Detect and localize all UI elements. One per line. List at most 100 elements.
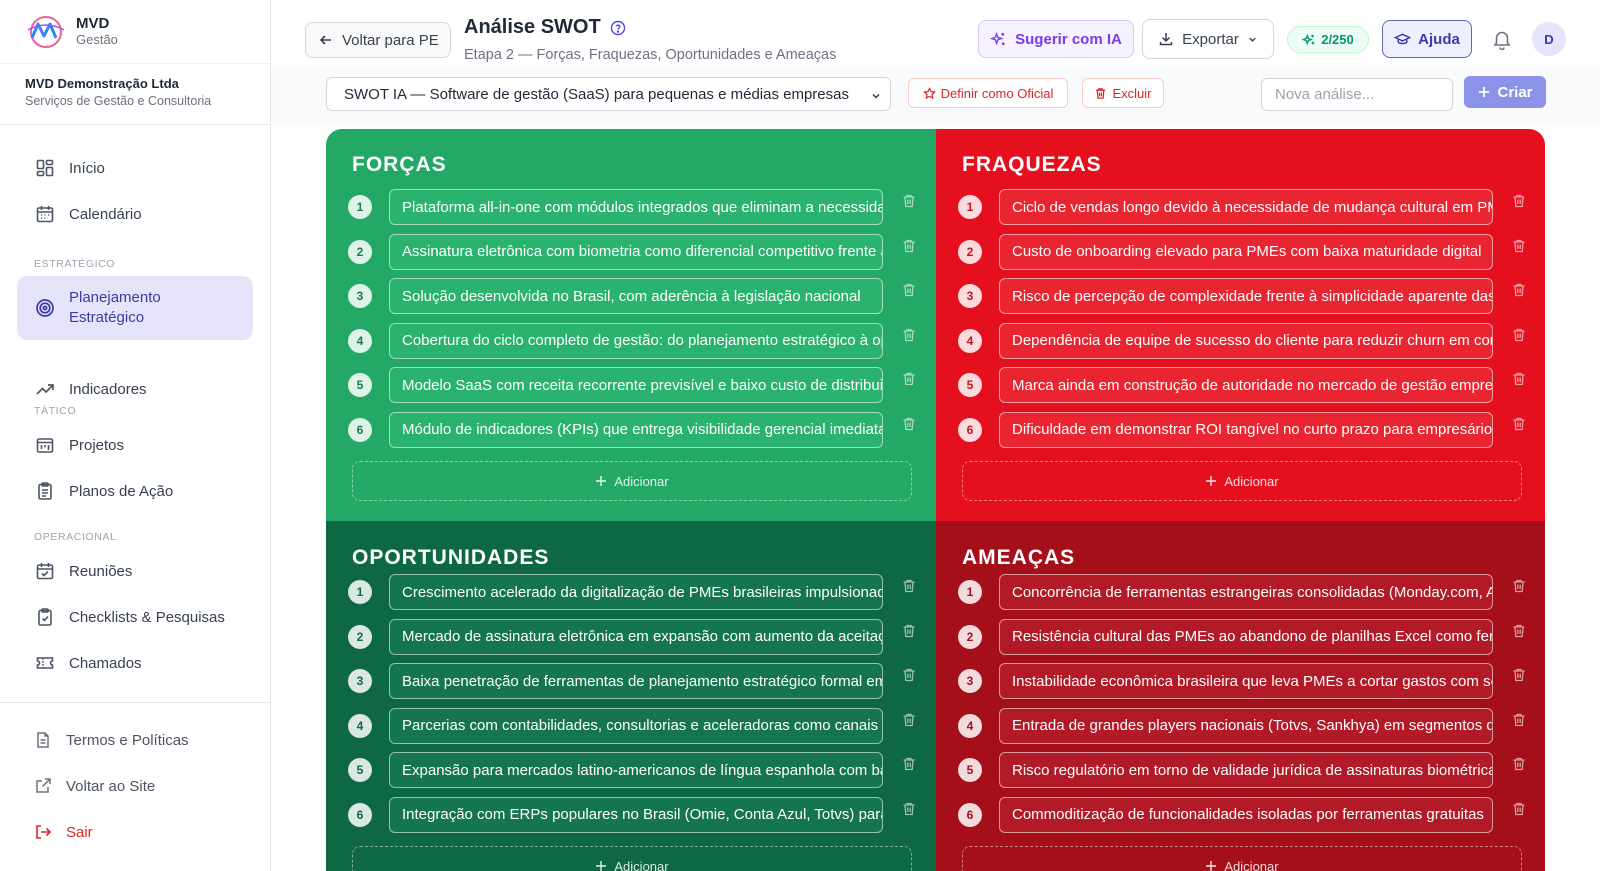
swot-item-row: 2 Assinatura eletrônica com biometria com… xyxy=(348,233,923,270)
trash-icon[interactable] xyxy=(1511,667,1527,683)
nav-item-inicio[interactable]: Início xyxy=(17,145,253,191)
nav-item-termos[interactable]: Termos e Políticas xyxy=(34,731,189,749)
trash-icon[interactable] xyxy=(1511,712,1527,728)
swot-item-input[interactable]: Solução desenvolvida no Brasil, com ader… xyxy=(389,278,883,314)
brand-logo[interactable]: MVD Gestão xyxy=(0,0,270,64)
nav-item-planos[interactable]: Planos de Ação xyxy=(17,468,253,514)
item-number-badge: 1 xyxy=(958,580,982,604)
ticket-icon xyxy=(36,657,54,669)
nav-item-calendario[interactable]: Calendário xyxy=(17,191,253,237)
trash-icon[interactable] xyxy=(901,371,917,387)
swot-item-input[interactable]: Parcerias com contabilidades, consultori… xyxy=(389,707,883,744)
export-button[interactable]: Exportar xyxy=(1142,19,1274,59)
nav-label-sair: Sair xyxy=(66,823,93,841)
trash-icon[interactable] xyxy=(1511,801,1527,817)
add-item-button[interactable]: Adicionar xyxy=(962,461,1522,501)
user-avatar[interactable]: D xyxy=(1532,22,1566,56)
swot-item-input[interactable]: Modelo SaaS com receita recorrente previ… xyxy=(389,367,883,403)
help-button[interactable]: Ajuda xyxy=(1382,20,1472,58)
swot-item-input[interactable]: Commoditização de funcionalidades isolad… xyxy=(999,796,1493,833)
nav-item-projetos[interactable]: Projetos xyxy=(17,422,253,468)
analysis-select-value: SWOT IA — Software de gestão (SaaS) para… xyxy=(344,85,849,103)
trash-icon xyxy=(1096,87,1106,99)
nav-item-chamados[interactable]: Chamados xyxy=(17,640,253,686)
trending-up-icon xyxy=(36,384,54,395)
trash-icon[interactable] xyxy=(901,416,917,432)
create-button[interactable]: Criar xyxy=(1464,76,1546,108)
company-info: MVD Demonstração Ltda Serviços de Gestão… xyxy=(0,64,270,125)
item-number-badge: 4 xyxy=(958,713,982,738)
add-item-button[interactable]: Adicionar xyxy=(352,461,912,501)
chevron-down-icon xyxy=(872,93,880,99)
nav-item-voltar-site[interactable]: Voltar ao Site xyxy=(34,777,155,795)
trash-icon[interactable] xyxy=(1511,282,1527,298)
swot-item-input[interactable]: Dependência de equipe de sucesso do clie… xyxy=(999,322,1493,359)
trash-icon[interactable] xyxy=(901,712,917,728)
swot-item-input[interactable]: Marca ainda em construção de autoridade … xyxy=(999,367,1493,403)
trash-icon[interactable] xyxy=(901,282,917,298)
trash-icon[interactable] xyxy=(901,756,917,772)
trash-icon[interactable] xyxy=(901,238,917,254)
bell-icon[interactable] xyxy=(1491,28,1513,50)
item-number-badge: 6 xyxy=(348,417,372,442)
sparkles-icon xyxy=(1302,33,1315,45)
trash-icon[interactable] xyxy=(1511,416,1527,432)
nav-item-planejamento[interactable]: Planejamento Estratégico xyxy=(17,276,253,340)
swot-item-row: 3 Solução desenvolvida no Brasil, com ade… xyxy=(348,278,923,314)
swot-item-input[interactable]: Baixa penetração de ferramentas de plane… xyxy=(389,663,883,699)
ai-credits-badge[interactable]: 2/250 xyxy=(1287,26,1369,53)
swot-item-row: 6 Dificuldade em demonstrar ROI tangível … xyxy=(958,411,1533,448)
trash-icon[interactable] xyxy=(901,801,917,817)
sparkles-icon xyxy=(990,31,1005,45)
logout-icon xyxy=(36,825,52,839)
swot-item-input[interactable]: Risco regulatório em torno de validade j… xyxy=(999,752,1493,788)
trash-icon[interactable] xyxy=(901,623,917,639)
trash-icon[interactable] xyxy=(1511,327,1527,343)
trash-icon[interactable] xyxy=(901,578,917,594)
trash-icon[interactable] xyxy=(1511,238,1527,254)
swot-item-input[interactable]: Plataforma all-in-one com módulos integr… xyxy=(389,189,883,225)
swot-item-input[interactable]: Expansão para mercados latino-americanos… xyxy=(389,752,883,788)
new-analysis-input[interactable] xyxy=(1261,78,1453,111)
swot-item-input[interactable]: Custo de onboarding elevado para PMEs co… xyxy=(999,233,1493,270)
item-number-badge: 3 xyxy=(958,669,982,693)
back-button[interactable]: Voltar para PE xyxy=(305,22,451,58)
trash-icon[interactable] xyxy=(1511,371,1527,387)
suggest-ai-button[interactable]: Sugerir com IA xyxy=(978,20,1134,58)
add-item-button[interactable]: Adicionar xyxy=(352,846,912,871)
swot-item-input[interactable]: Módulo de indicadores (KPIs) que entrega… xyxy=(389,411,883,448)
nav-item-checklists[interactable]: Checklists & Pesquisas xyxy=(17,594,253,640)
trash-icon[interactable] xyxy=(901,327,917,343)
swot-item-input[interactable]: Resistência cultural das PMEs ao abandon… xyxy=(999,618,1493,655)
help-circle-icon[interactable] xyxy=(610,20,626,36)
swot-item-input[interactable]: Crescimento acelerado da digitalização d… xyxy=(389,574,883,610)
trash-icon[interactable] xyxy=(901,193,917,209)
delete-analysis-button[interactable]: Excluir xyxy=(1082,78,1164,108)
swot-item-input[interactable]: Entrada de grandes players nacionais (To… xyxy=(999,707,1493,744)
trash-icon[interactable] xyxy=(1511,756,1527,772)
swot-item-input[interactable]: Instabilidade econômica brasileira que l… xyxy=(999,663,1493,699)
trash-icon[interactable] xyxy=(1511,193,1527,209)
quadrant-fraquezas: FRAQUEZAS 1 Ciclo de vendas longo devido … xyxy=(936,129,1545,521)
swot-item-input[interactable]: Cobertura do ciclo completo de gestão: d… xyxy=(389,322,883,359)
swot-item-input[interactable]: Dificuldade em demonstrar ROI tangível n… xyxy=(999,411,1493,448)
bottom-nav: Termos e Políticas Voltar ao Site Sair xyxy=(0,702,270,871)
swot-item-input[interactable]: Integração com ERPs populares no Brasil … xyxy=(389,796,883,833)
set-official-button[interactable]: Definir como Oficial xyxy=(908,78,1068,108)
nav-label-reunioes: Reuniões xyxy=(69,562,133,580)
swot-item-input[interactable]: Risco de percepção de complexidade frent… xyxy=(999,278,1493,314)
swot-item-row: 4 Dependência de equipe de sucesso do cli… xyxy=(958,322,1533,359)
analysis-select[interactable]: SWOT IA — Software de gestão (SaaS) para… xyxy=(326,77,891,111)
trash-icon[interactable] xyxy=(1511,578,1527,594)
nav-item-reunioes[interactable]: Reuniões xyxy=(17,548,253,594)
swot-item-input[interactable]: Assinatura eletrônica com biometria como… xyxy=(389,233,883,270)
trash-icon[interactable] xyxy=(1511,623,1527,639)
swot-item-input[interactable]: Mercado de assinatura eletrônica em expa… xyxy=(389,618,883,655)
trash-icon[interactable] xyxy=(901,667,917,683)
nav-item-sair[interactable]: Sair xyxy=(34,823,93,841)
logo-icon xyxy=(24,12,68,52)
external-link-icon xyxy=(36,778,51,793)
swot-item-input[interactable]: Concorrência de ferramentas estrangeiras… xyxy=(999,574,1493,610)
add-item-button[interactable]: Adicionar xyxy=(962,846,1522,871)
swot-item-input[interactable]: Ciclo de vendas longo devido à necessida… xyxy=(999,189,1493,225)
